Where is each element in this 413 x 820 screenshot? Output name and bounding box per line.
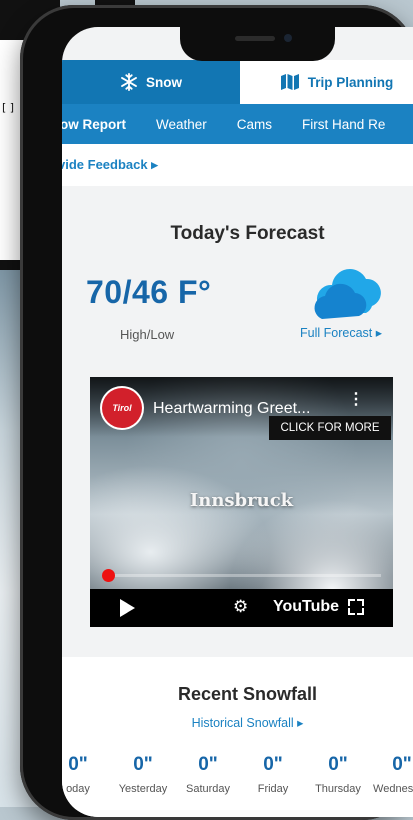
sub-navigation: ow Report Weather Cams First Hand Re (62, 104, 413, 144)
forecast-title: Today's Forecast (170, 223, 325, 244)
nav-first-hand-report[interactable]: First Hand Re (302, 117, 385, 132)
snowfall-day: 0" Saturday (178, 754, 238, 795)
snowfall-day: 0" Yesterday (112, 754, 174, 795)
video-overlay-text: Innsbruck (189, 490, 294, 511)
temperature-value: 70/46 F° (86, 274, 212, 310)
snowfall-day: 0" Friday (246, 754, 300, 795)
youtube-logo[interactable]: YouTube (273, 598, 339, 616)
nav-cams[interactable]: Cams (237, 117, 272, 132)
fullscreen-icon[interactable] (348, 599, 364, 615)
tab-trip-planning[interactable]: Trip Planning (240, 60, 413, 104)
nav-snow-report[interactable]: ow Report (62, 117, 126, 132)
provide-feedback-link[interactable]: vide Feedback ▸ (62, 157, 158, 173)
channel-logo-text: Tirol (102, 388, 142, 428)
snowfall-value: 0" (392, 754, 412, 775)
high-low-label: High/Low (120, 327, 175, 342)
snowflake-icon (121, 73, 137, 91)
video-controls: ⚙ YouTube (90, 589, 393, 627)
snowfall-value: 0" (133, 754, 153, 775)
video-progress-bar[interactable] (102, 574, 381, 577)
video-player[interactable]: Tirol Heartwarming Greet... ⋮ CLICK FOR … (90, 377, 393, 627)
snowfall-day-label: Thursday (315, 783, 361, 795)
recent-snowfall-title: Recent Snowfall (177, 684, 318, 704)
phone-frame: Snow Trip Planning ow Report Weather Cam… (20, 5, 413, 820)
section-tabs: Snow Trip Planning (62, 60, 413, 104)
play-icon[interactable] (120, 599, 135, 617)
channel-logo[interactable]: Tirol (100, 386, 144, 430)
snowfall-value: 0" (68, 754, 88, 775)
tab-snow[interactable]: Snow (62, 60, 240, 104)
snowfall-day-label: Wednesday (373, 783, 413, 795)
tab-trip-planning-label: Trip Planning (307, 74, 394, 90)
feedback-bar: vide Feedback ▸ (62, 144, 413, 186)
more-options-icon[interactable]: ⋮ (348, 392, 364, 408)
cloud-icon (314, 269, 381, 319)
background-fullscreen-icon: [ ] (2, 101, 15, 114)
nav-weather[interactable]: Weather (156, 117, 207, 132)
speaker-grille (235, 36, 275, 41)
snowfall-day-label: Yesterday (118, 783, 168, 795)
snowfall-value: 0" (328, 754, 348, 775)
tab-snow-label: Snow (146, 74, 182, 90)
snowfall-day-label: oday (66, 783, 90, 795)
camera-icon (284, 34, 292, 42)
snowfall-day: 0" oday (62, 754, 100, 795)
phone-screen: Snow Trip Planning ow Report Weather Cam… (62, 27, 413, 817)
phone-notch (180, 27, 335, 61)
snowfall-day-label: Saturday (185, 783, 231, 795)
snowfall-day: 0" Thursday (306, 754, 370, 795)
gear-icon[interactable]: ⚙ (233, 597, 248, 617)
snowfall-value: 0" (263, 754, 283, 775)
snowfall-value: 0" (198, 754, 218, 775)
snowfall-day: 0" Wednesday (368, 754, 413, 795)
video-progress-handle[interactable] (102, 569, 115, 582)
full-forecast-link[interactable]: Full Forecast ▸ (300, 325, 382, 340)
click-for-more-button[interactable]: CLICK FOR MORE (269, 416, 391, 440)
snowfall-day-label: Friday (257, 783, 289, 795)
historical-snowfall-link[interactable]: Historical Snowfall ▸ (62, 715, 413, 730)
map-icon (280, 74, 299, 90)
